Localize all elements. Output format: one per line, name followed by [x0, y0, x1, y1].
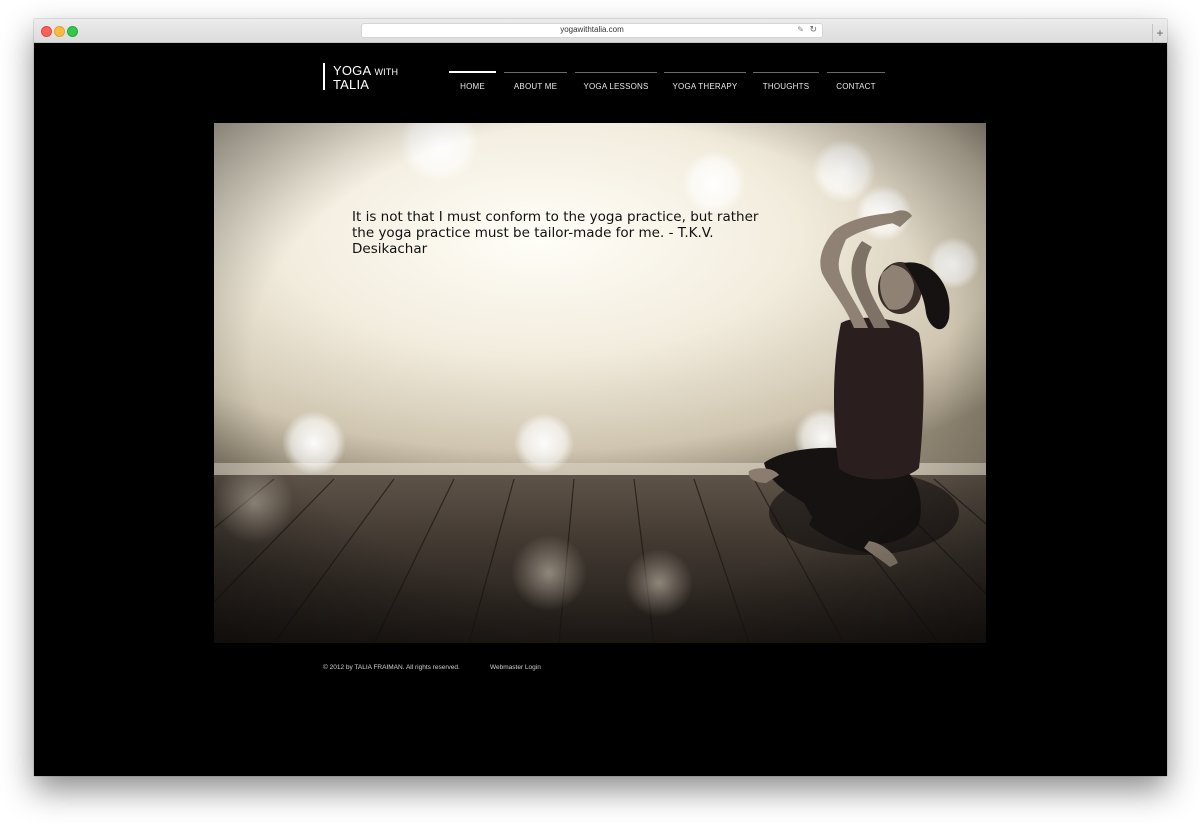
hero-image: It is not that I must conform to the yog…	[214, 123, 986, 643]
url-text: yogawithtalia.com	[560, 25, 624, 34]
nav-thoughts-label: THOUGHTS	[762, 82, 810, 91]
nav-contact-label: CONTACT	[836, 82, 876, 91]
hero-quote: It is not that I must conform to the yog…	[352, 209, 759, 257]
yoga-photo	[214, 123, 986, 643]
logo-bar	[323, 63, 325, 90]
reload-icon[interactable]: ↻	[809, 24, 817, 35]
webmaster-login-link[interactable]: Webmaster Login	[490, 664, 541, 671]
nav-contact[interactable]: CONTACT	[827, 72, 885, 93]
nav-yoga-therapy[interactable]: YOGA THERAPY	[664, 72, 746, 93]
nav-about-me[interactable]: ABOUT ME	[504, 72, 567, 93]
new-tab-button[interactable]: +	[1152, 24, 1167, 42]
logo-line-1[interactable]: YOGA WITH	[333, 63, 398, 78]
zoom-window-button[interactable]	[67, 26, 78, 37]
logo-word-yoga: YOGA	[333, 63, 371, 78]
nav-home-label: HOME	[460, 82, 485, 91]
nav-home[interactable]: HOME	[449, 71, 496, 93]
nav-about-me-label: ABOUT ME	[513, 82, 558, 91]
reader-icon[interactable]: ✎	[797, 25, 804, 34]
website: YOGA WITH TALIA HOME ABOUT ME YOGA LESSO…	[34, 43, 1167, 776]
nav-thoughts[interactable]: THOUGHTS	[753, 72, 819, 93]
browser-toolbar: yogawithtalia.com ✎ ↻ +	[34, 19, 1167, 43]
footer-copyright: © 2012 by TALIA FRAIMAN. All rights rese…	[323, 664, 460, 671]
nav-yoga-lessons-label: YOGA LESSONS	[583, 82, 649, 91]
browser-window: yogawithtalia.com ✎ ↻ + YOGA WITH TALIA …	[34, 19, 1167, 776]
logo-word-talia[interactable]: TALIA	[333, 77, 369, 92]
close-window-button[interactable]	[41, 26, 52, 37]
logo-word-with: WITH	[374, 67, 399, 77]
address-bar[interactable]: yogawithtalia.com ✎ ↻	[361, 23, 823, 38]
nav-yoga-lessons[interactable]: YOGA LESSONS	[575, 72, 657, 93]
nav-yoga-therapy-label: YOGA THERAPY	[672, 82, 738, 91]
minimize-window-button[interactable]	[54, 26, 65, 37]
